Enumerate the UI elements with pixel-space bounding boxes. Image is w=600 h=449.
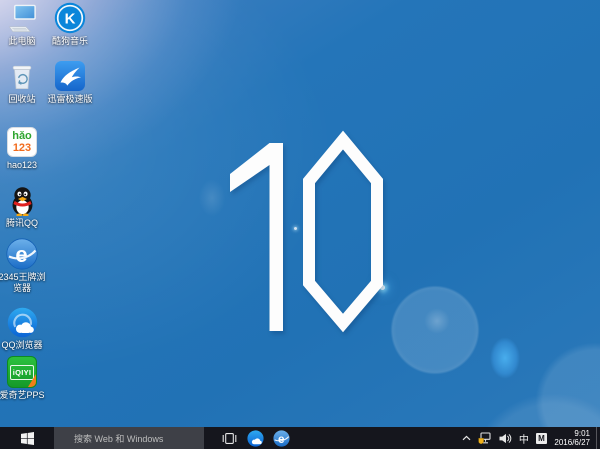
- hao123-glyph-top: hǎo: [12, 130, 32, 142]
- tray-network-status-button[interactable]: [474, 427, 495, 449]
- kugou-k-glyph: K: [65, 11, 76, 28]
- taskbar: 搜索 Web 和 Windows: [0, 427, 600, 449]
- desktop-icon-label: 回收站: [8, 94, 35, 105]
- ime-mode-indicator: 中: [519, 431, 529, 446]
- desktop-icon-tencent-qq[interactable]: 腾讯QQ: [0, 184, 52, 229]
- clock-date: 2016/6/27: [554, 438, 590, 447]
- desktop-icon-label: 2345王牌浏览器: [0, 272, 49, 294]
- desktop-icon-label: 爱奇艺PPS: [0, 390, 45, 401]
- desktop-icon-label: 酷狗音乐: [52, 36, 88, 47]
- 2345-browser-icon: e: [273, 430, 290, 447]
- search-placeholder-text: 搜索 Web 和 Windows: [54, 432, 163, 445]
- iqiyi-pps-icon: iQIYI: [6, 356, 38, 388]
- chevron-up-icon: [462, 435, 471, 441]
- recycle-bin-icon: [6, 60, 38, 92]
- windows-desktop-screen: 此电脑 K 酷狗音乐 回收站: [0, 0, 600, 449]
- thunder-icon: [54, 60, 86, 92]
- task-view-button[interactable]: [216, 427, 242, 449]
- 2345-e-glyph: e: [277, 432, 284, 445]
- tray-clock[interactable]: 9:01 2016/6/27: [550, 429, 596, 447]
- qq-browser-icon: [247, 430, 264, 447]
- desktop-icon-kugou-music[interactable]: K 酷狗音乐: [40, 2, 100, 47]
- 2345-e-glyph: e: [15, 242, 27, 267]
- 2345-browser-icon: e: [6, 238, 38, 270]
- windows-logo-icon: [21, 432, 34, 445]
- system-tray: 中 M 9:01 2016/6/27: [458, 427, 600, 449]
- task-view-icon: [221, 432, 238, 445]
- this-pc-icon: [6, 2, 38, 34]
- hao123-icon: hǎo 123: [6, 126, 38, 158]
- start-button[interactable]: [0, 427, 54, 449]
- iqiyi-glyph: iQIYI: [10, 365, 35, 380]
- desktop-icon-label: 迅雷极速版: [47, 94, 92, 105]
- desktop-icon-label: QQ浏览器: [1, 340, 42, 351]
- desktop-icon-thunder[interactable]: 迅雷极速版: [40, 60, 100, 105]
- ime-language-badge: M: [536, 433, 547, 444]
- taskbar-qq-browser-button[interactable]: [242, 427, 268, 449]
- desktop-icon-label: hao123: [7, 160, 37, 171]
- desktop-wallpaper[interactable]: 此电脑 K 酷狗音乐 回收站: [0, 0, 600, 427]
- desktop-icon-iqiyi-pps[interactable]: iQIYI 爱奇艺PPS: [0, 356, 52, 401]
- hao123-glyph-bottom: 123: [13, 142, 31, 154]
- kugou-music-icon: K: [54, 2, 86, 34]
- clock-time: 9:01: [554, 429, 590, 438]
- tray-ime-language-button[interactable]: M: [532, 427, 550, 449]
- tray-volume-button[interactable]: [495, 427, 515, 449]
- tencent-qq-icon: [6, 184, 38, 216]
- wallpaper-sparkle: [380, 285, 385, 290]
- desktop-icon-hao123[interactable]: hǎo 123 hao123: [0, 126, 52, 171]
- speaker-icon: [499, 433, 512, 444]
- taskbar-search-input[interactable]: 搜索 Web 和 Windows: [54, 427, 204, 449]
- desktop-icon-label: 腾讯QQ: [6, 218, 38, 229]
- show-desktop-button[interactable]: [596, 427, 600, 449]
- wallpaper-sparkle: [294, 227, 297, 230]
- taskbar-2345-browser-button[interactable]: e: [268, 427, 294, 449]
- desktop-icon-qq-browser[interactable]: QQ浏览器: [0, 306, 52, 351]
- tray-ime-mode-button[interactable]: 中: [515, 427, 532, 449]
- desktop-icon-2345-browser[interactable]: e 2345王牌浏览器: [0, 238, 52, 294]
- qq-browser-icon: [6, 306, 38, 338]
- desktop-icon-label: 此电脑: [8, 36, 35, 47]
- network-warning-icon: [478, 432, 492, 445]
- tray-show-hidden-icons-button[interactable]: [458, 427, 474, 449]
